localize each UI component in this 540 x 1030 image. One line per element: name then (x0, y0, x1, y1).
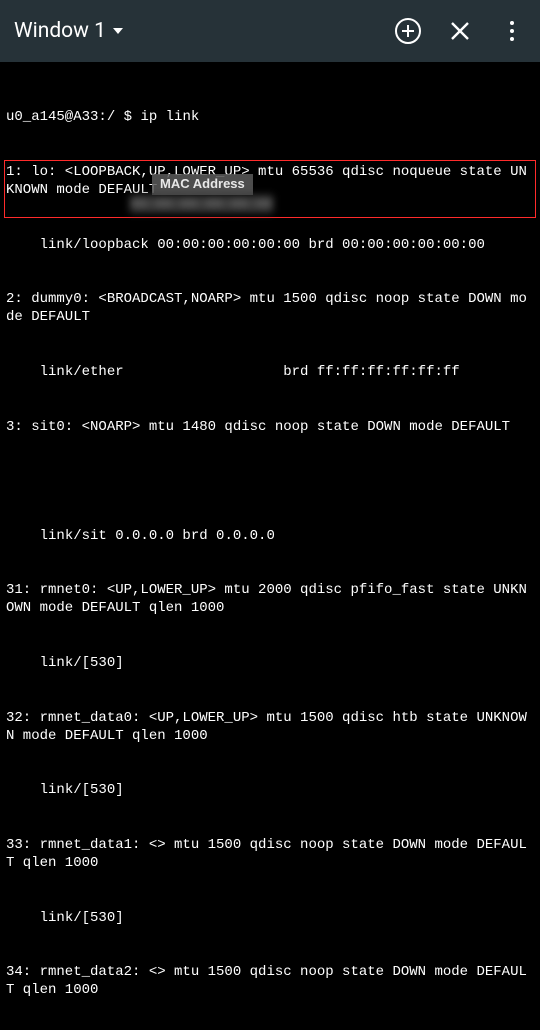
output-line: link/sit 0.0.0.0 brd 0.0.0.0 (6, 527, 534, 545)
prompt-line: u0_a145@A33:/ $ ip link (6, 108, 534, 126)
window-title-dropdown[interactable]: Window 1 (14, 19, 124, 43)
kebab-menu-icon (510, 21, 514, 41)
menu-button[interactable] (498, 17, 526, 45)
output-line: 1: lo: <LOOPBACK,UP,LOWER_UP> mtu 65536 … (6, 163, 534, 199)
output-line: link/ether brd ff:ff:ff:ff:ff:ff (6, 363, 534, 381)
output-line (6, 472, 534, 490)
output-line: link/[530] (6, 781, 534, 799)
output-line: link/[530] (6, 909, 534, 927)
titlebar: Window 1 (0, 0, 540, 62)
output-line: 33: rmnet_data1: <> mtu 1500 qdisc noop … (6, 836, 534, 872)
output-line: 31: rmnet0: <UP,LOWER_UP> mtu 2000 qdisc… (6, 581, 534, 617)
prompt-symbol: $ (124, 109, 132, 125)
close-tab-button[interactable] (446, 17, 474, 45)
titlebar-actions (394, 17, 526, 45)
terminal-output[interactable]: u0_a145@A33:/ $ ip link 1: lo: <LOOPBACK… (0, 62, 540, 1030)
prompt-path: / (107, 109, 115, 125)
window-title-label: Window 1 (14, 19, 106, 43)
chevron-down-icon (112, 25, 124, 37)
output-line: 3: sit0: <NOARP> mtu 1480 qdisc noop sta… (6, 418, 534, 436)
mac-address-label: MAC Address (152, 174, 253, 195)
output-line: 32: rmnet_data0: <UP,LOWER_UP> mtu 1500 … (6, 709, 534, 745)
plus-circle-icon (394, 17, 422, 45)
output-line: 2: dummy0: <BROADCAST,NOARP> mtu 1500 qd… (6, 290, 534, 326)
output-line: link/loopback 00:00:00:00:00:00 brd 00:0… (6, 236, 534, 254)
output-line: 34: rmnet_data2: <> mtu 1500 qdisc noop … (6, 963, 534, 999)
close-icon (448, 19, 472, 43)
command-text: ip link (140, 109, 199, 125)
add-tab-button[interactable] (394, 17, 422, 45)
prompt-user-host: u0_a145@A33: (6, 109, 107, 125)
mac-blur-overlay: xx:xx:xx:xx:xx:xx (130, 195, 273, 213)
output-line: link/[530] (6, 654, 534, 672)
